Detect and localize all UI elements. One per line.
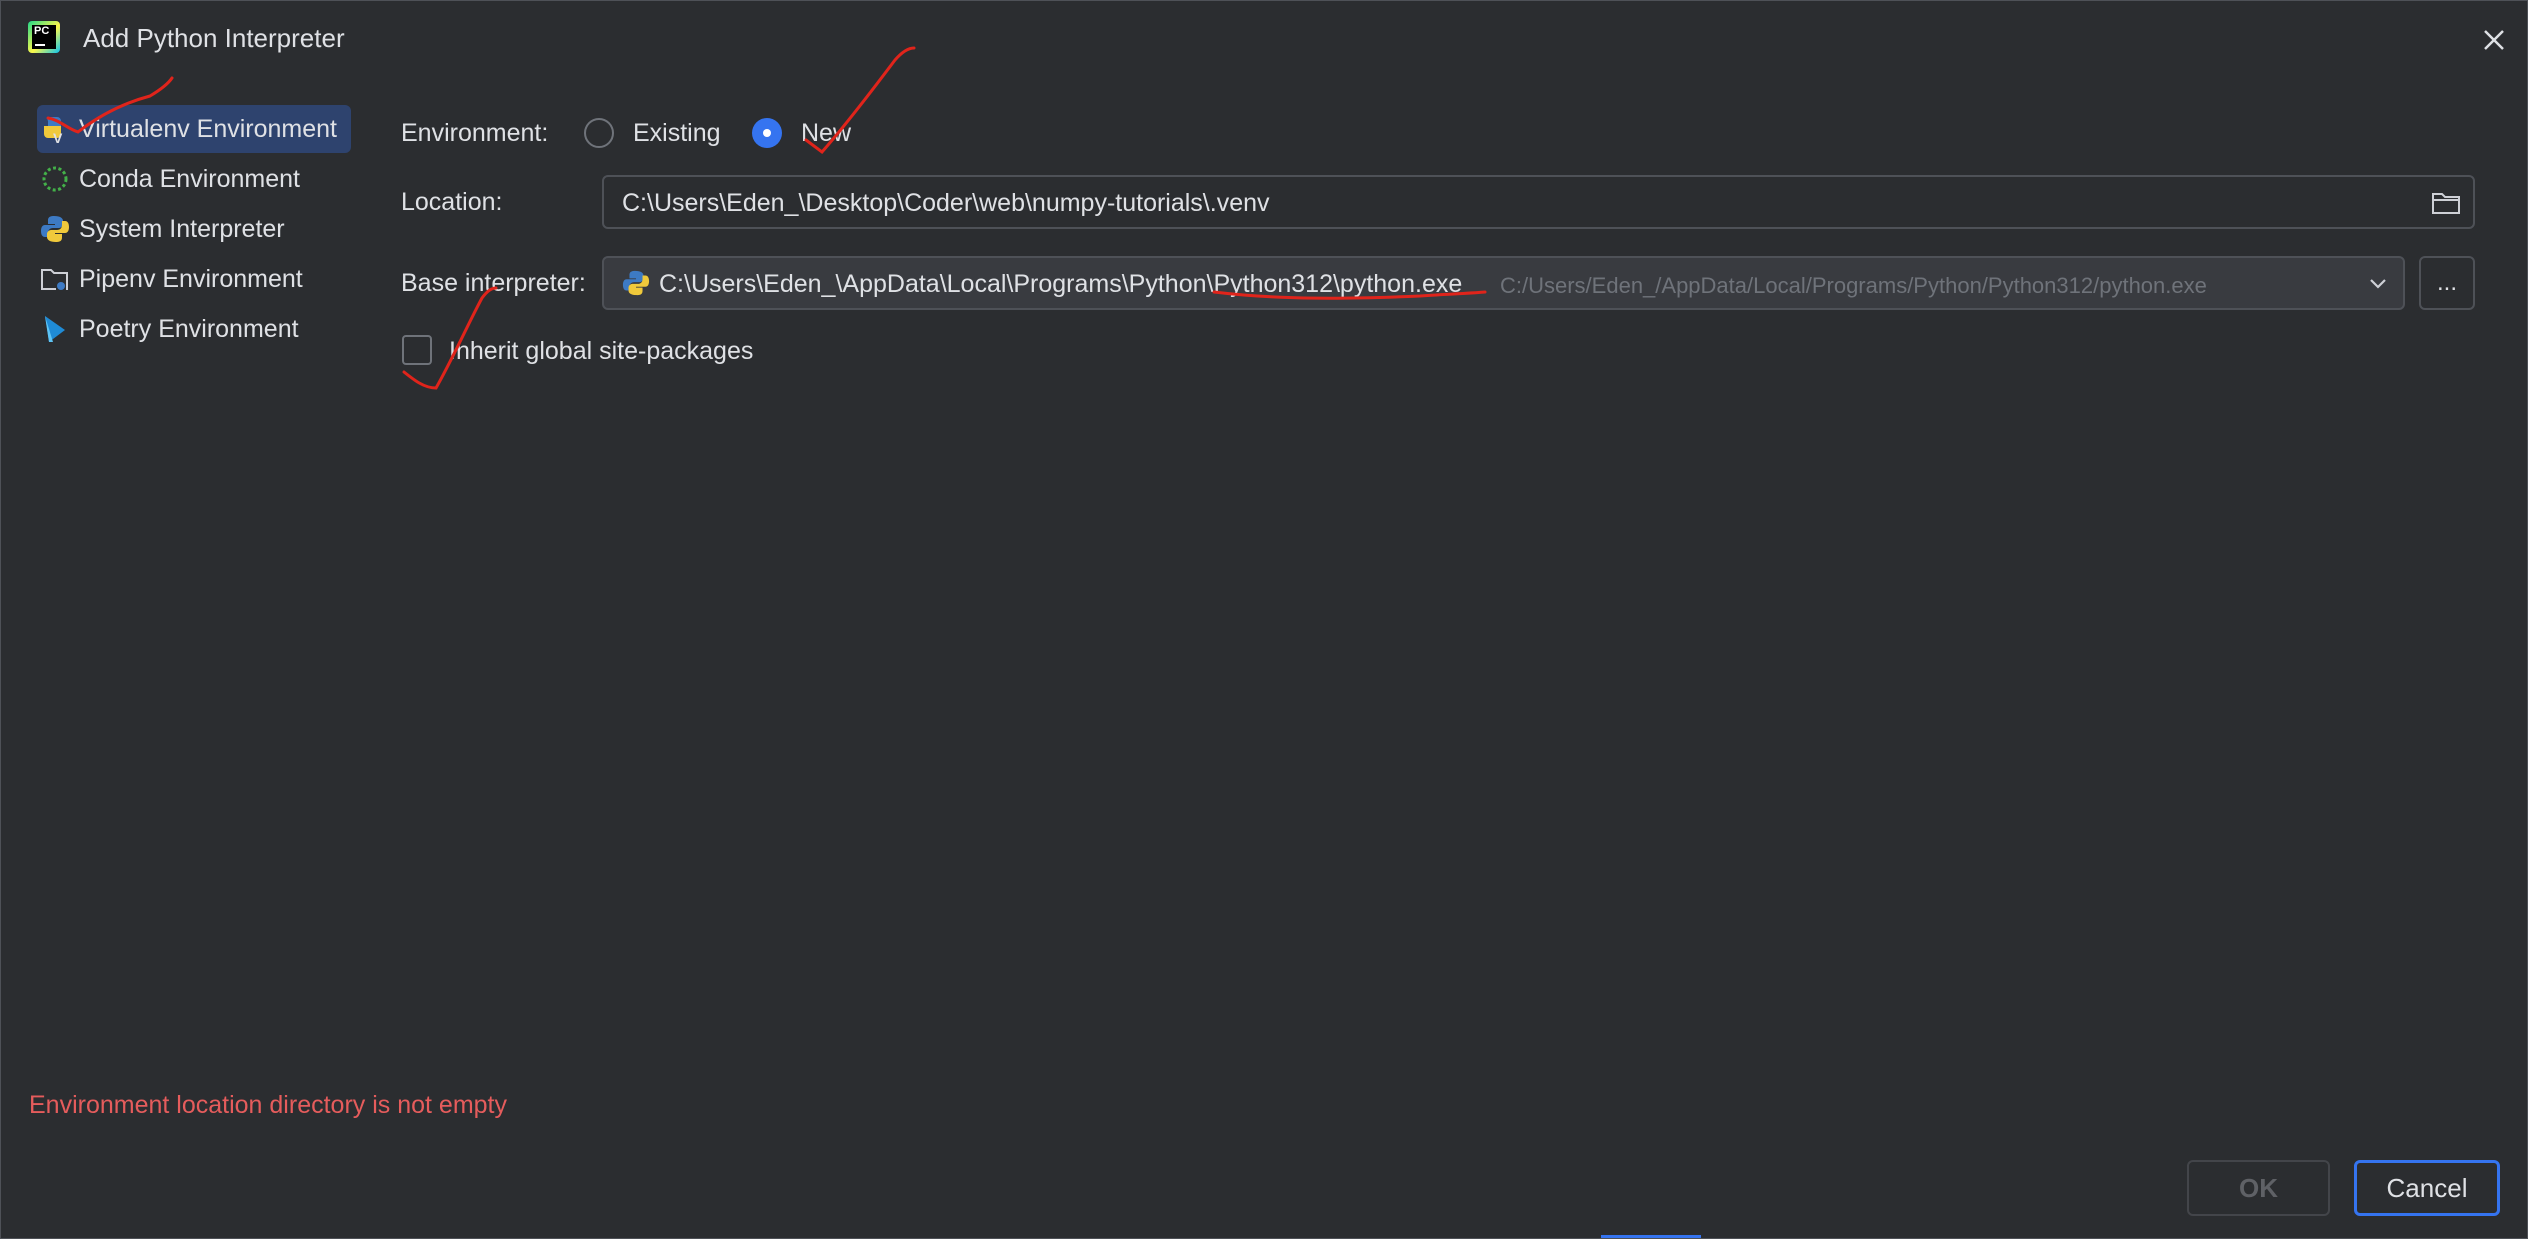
base-interpreter-value: C:\Users\Eden_\AppData\Local\Programs\Py… xyxy=(659,270,1463,298)
radio-existing-label[interactable]: Existing xyxy=(633,119,721,148)
cancel-button[interactable]: Cancel xyxy=(2354,1160,2500,1216)
base-interpreter-dropdown[interactable]: C:\Users\Eden_\AppData\Local\Programs\Py… xyxy=(602,256,2405,310)
taskbar-edge-indicator xyxy=(1601,1235,1701,1238)
folder-icon xyxy=(2432,193,2460,214)
radio-new[interactable] xyxy=(752,118,782,148)
radio-new-label[interactable]: New xyxy=(801,119,851,148)
interpreter-type-list: V Virtualenv Environment Conda Environme… xyxy=(37,105,353,355)
inherit-site-packages-checkbox[interactable] xyxy=(402,335,432,365)
error-message: Environment location directory is not em… xyxy=(29,1091,507,1119)
window-title: Add Python Interpreter xyxy=(83,23,345,53)
browse-folder-button[interactable] xyxy=(2431,189,2461,217)
sidebar-item-label: Poetry Environment xyxy=(79,314,299,343)
close-icon xyxy=(2484,30,2504,50)
sidebar-item-virtualenv[interactable]: V Virtualenv Environment xyxy=(37,105,351,153)
sidebar-item-label: Conda Environment xyxy=(79,164,300,193)
sidebar-item-label: Virtualenv Environment xyxy=(79,114,338,143)
close-button[interactable] xyxy=(2477,23,2511,57)
sidebar-item-label: System Interpreter xyxy=(79,214,285,243)
browse-interpreter-button[interactable]: ... xyxy=(2419,256,2475,310)
sidebar-item-system-interpreter[interactable]: System Interpreter xyxy=(37,205,353,253)
title-bar: PC Add Python Interpreter xyxy=(1,1,2527,79)
python-icon xyxy=(37,214,73,244)
location-value: C:\Users\Eden_\Desktop\Coder\web\numpy-t… xyxy=(622,189,1270,217)
sidebar-item-label: Pipenv Environment xyxy=(79,264,303,293)
virtualenv-icon: V xyxy=(37,114,73,144)
radio-existing[interactable] xyxy=(584,118,614,148)
add-python-interpreter-dialog: PC Add Python Interpreter V Virtualenv E… xyxy=(0,0,2528,1239)
inherit-site-packages-label[interactable]: Inherit global site-packages xyxy=(449,337,753,366)
sidebar-item-poetry[interactable]: Poetry Environment xyxy=(37,305,353,353)
location-label: Location: xyxy=(401,188,503,216)
environment-label: Environment: xyxy=(401,119,549,147)
location-input[interactable]: C:\Users\Eden_\Desktop\Coder\web\numpy-t… xyxy=(602,175,2475,229)
ok-button[interactable]: OK xyxy=(2187,1160,2330,1216)
conda-icon xyxy=(37,164,73,194)
base-interpreter-label: Base interpreter: xyxy=(401,269,586,297)
base-interpreter-path-hint: C:/Users/Eden_/AppData/Local/Programs/Py… xyxy=(1500,273,2207,298)
poetry-icon xyxy=(37,314,73,344)
sidebar-item-pipenv[interactable]: Pipenv Environment xyxy=(37,255,353,303)
chevron-down-icon[interactable] xyxy=(2367,274,2389,299)
svg-text:V: V xyxy=(53,130,63,144)
sidebar-item-conda[interactable]: Conda Environment xyxy=(37,155,353,203)
pycharm-logo-icon: PC xyxy=(28,21,60,53)
python-icon xyxy=(622,269,650,297)
pipenv-folder-icon xyxy=(37,264,73,294)
